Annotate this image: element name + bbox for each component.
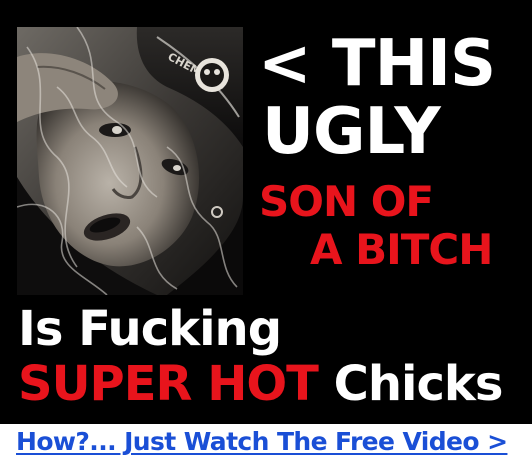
headline-ugly: UGLY [262, 95, 441, 169]
watch-video-link[interactable]: How?... Just Watch The Free Video > [16, 427, 508, 457]
advertisement-banner[interactable]: CHEMICAL [0, 0, 532, 469]
portrait-photo: CHEMICAL [17, 27, 243, 295]
headline-son-of: SON OF [259, 177, 434, 226]
subline-rest: Chicks [333, 356, 504, 412]
subline-first: Is Fucking [18, 301, 282, 357]
ad-panel: CHEMICAL [0, 0, 532, 424]
headline-this: < THIS [258, 27, 496, 101]
subline-highlight: SUPER HOT [18, 356, 319, 412]
subline-second: SUPER HOT Chicks [18, 360, 503, 408]
headline-a-bitch: A BITCH [310, 225, 493, 274]
